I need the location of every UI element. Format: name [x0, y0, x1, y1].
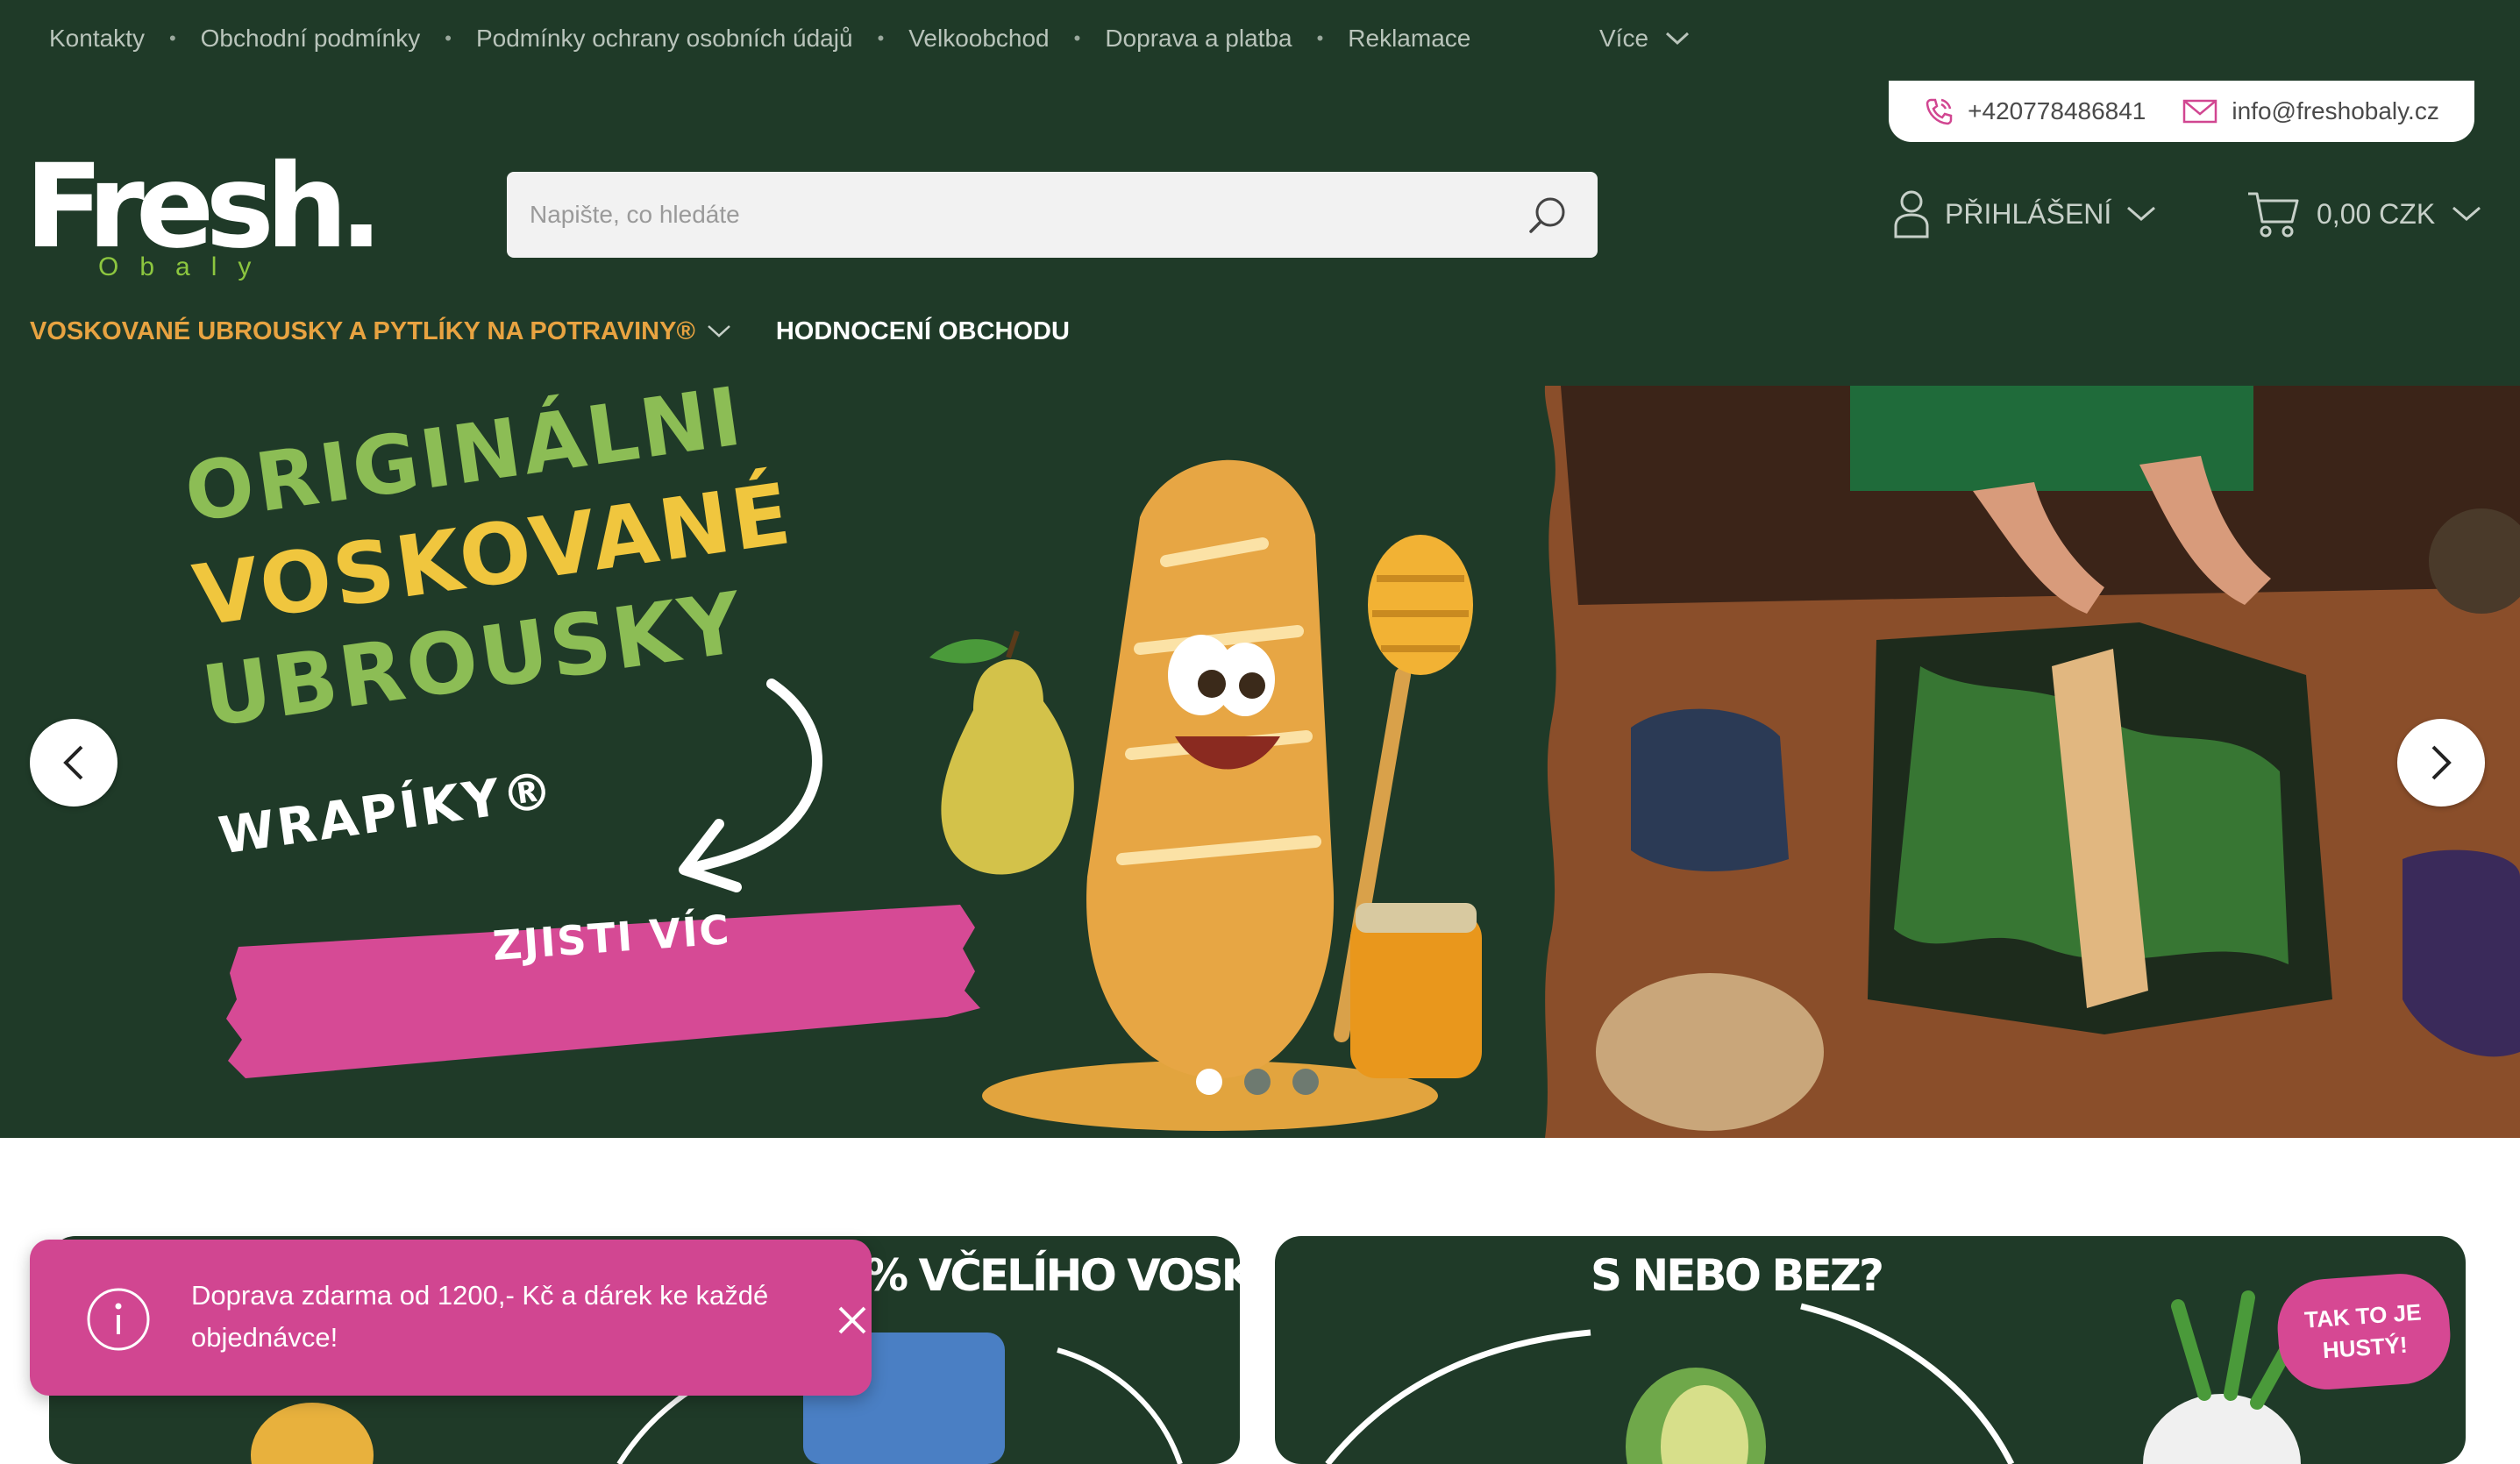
top-nav-link-wholesale[interactable]: Velkoobchod [908, 25, 1049, 53]
nav-shop-reviews[interactable]: HODNOCENÍ OBCHODU [776, 317, 1070, 346]
nav-category-label: VOSKOVANÉ UBROUSKY A PYTLÍKY NA POTRAVIN… [30, 316, 695, 345]
chevron-right-icon [2431, 745, 2452, 780]
chevron-down-icon [1666, 32, 1690, 46]
top-nav-link-contacts[interactable]: Kontakty [49, 25, 145, 53]
email-address: info@freshobaly.cz [2232, 97, 2439, 124]
main-nav: VOSKOVANÉ UBROUSKY A PYTLÍKY NA POTRAVIN… [30, 312, 1070, 351]
promo-badge-line2: HUSTÝ! [2321, 1331, 2409, 1364]
search-icon[interactable] [1526, 193, 1571, 238]
logo-wordmark: Fresh. [25, 139, 383, 274]
nav-separator: • [445, 27, 452, 49]
slider-prev-button[interactable] [30, 719, 117, 807]
slider-next-button[interactable] [2397, 719, 2485, 807]
contact-phone[interactable]: +420778486841 [1924, 96, 2146, 126]
slider-dot-2[interactable] [1244, 1069, 1271, 1095]
chevron-down-icon [707, 325, 730, 338]
top-nav-link-complaints[interactable]: Reklamace [1348, 25, 1470, 53]
close-icon[interactable] [835, 1303, 870, 1338]
nav-separator: • [168, 27, 176, 49]
more-label: Více [1599, 25, 1649, 52]
login-button[interactable]: PŘIHLÁŠENÍ [1892, 188, 2157, 240]
chevron-down-icon [2127, 206, 2156, 221]
top-nav-link-shipping[interactable]: Doprava a platba [1105, 25, 1292, 53]
mail-icon [2183, 99, 2217, 124]
hero-slider: ORIGINÁLNÍ VOSKOVANÉ UBROUSKY WRAPÍKY® Z… [0, 386, 2520, 1138]
shipping-notification: Doprava zdarma od 1200,- Kč a dárek ke k… [30, 1240, 872, 1396]
user-icon [1894, 190, 1929, 238]
top-nav-link-privacy[interactable]: Podmínky ochrany osobních údajů [476, 25, 853, 53]
nav-separator: • [877, 27, 885, 49]
top-nav-link-terms[interactable]: Obchodní podmínky [201, 25, 421, 53]
chevron-down-icon [2452, 206, 2481, 221]
nav-category-wax-wraps[interactable]: VOSKOVANÉ UBROUSKY A PYTLÍKY NA POTRAVIN… [30, 317, 732, 346]
chevron-left-icon [63, 745, 83, 780]
notification-message: Doprava zdarma od 1200,- Kč a dárek ke k… [191, 1280, 769, 1353]
contact-email[interactable]: info@freshobaly.cz [2182, 97, 2439, 125]
site-logo[interactable]: Fresh. Obaly [25, 149, 383, 289]
cart-icon [2248, 192, 2299, 238]
top-nav: Kontakty • Obchodní podmínky • Podmínky … [49, 21, 1470, 56]
promo-badge: TAK TO JE HUSTÝ! [2274, 1270, 2454, 1393]
site-header: Kontakty • Obchodní podmínky • Podmínky … [0, 0, 2520, 386]
logo-subtitle: Obaly [98, 252, 273, 281]
slider-dot-3[interactable] [1292, 1069, 1319, 1095]
search-input[interactable] [507, 172, 1598, 258]
cart-total: 0,00 CZK [2317, 197, 2436, 230]
contact-box: +420778486841 info@freshobaly.cz [1889, 81, 2474, 142]
nav-separator: • [1073, 27, 1081, 49]
top-nav-more[interactable]: Více [1599, 21, 1691, 56]
login-label: PŘIHLÁŠENÍ [1945, 197, 2112, 230]
phone-number: +420778486841 [1968, 97, 2146, 124]
info-icon [87, 1288, 150, 1351]
cart-button[interactable]: 0,00 CZK [2246, 188, 2482, 240]
nav-separator: • [1316, 27, 1324, 49]
slider-dot-1[interactable] [1196, 1069, 1222, 1095]
phone-icon [1926, 98, 1953, 125]
